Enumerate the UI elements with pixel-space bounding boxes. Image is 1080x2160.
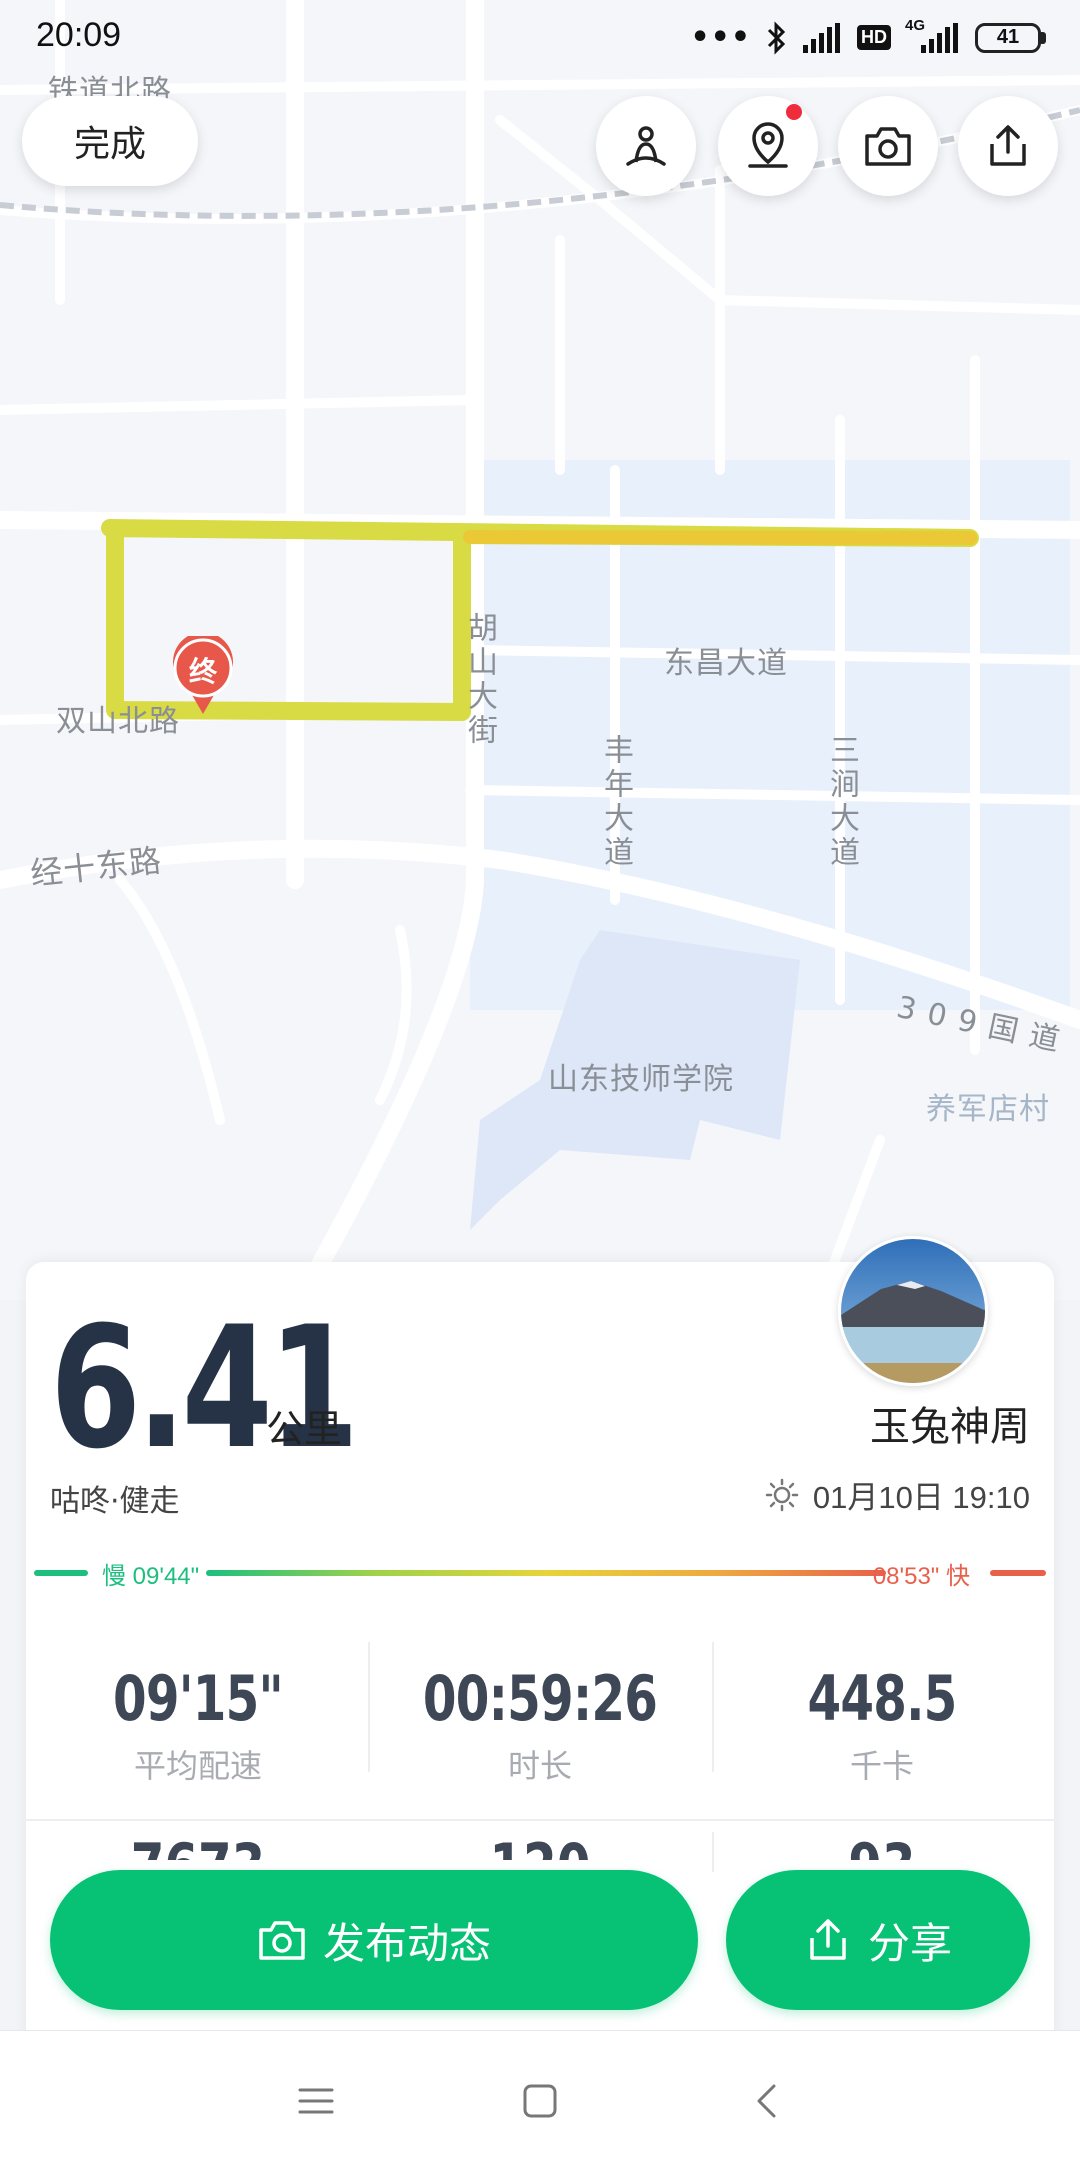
stat-row2-value-2: 120 bbox=[407, 1822, 672, 1860]
stat-avg-pace: 09'15" 平均配速 bbox=[28, 1662, 368, 1787]
route-map[interactable]: 铁道北路 双山北路 胡山大街 东昌大道 丰年大道 三涧大道 经十东路 309国道… bbox=[0, 0, 1080, 1300]
end-marker-label: 终 bbox=[188, 655, 217, 688]
share-top-button[interactable] bbox=[958, 96, 1058, 196]
pace-gradient-bar: 慢 09'44" 08'53" 快 bbox=[34, 1552, 1046, 1592]
stat-value: 09'15" bbox=[113, 1662, 284, 1735]
avatar-landscape-image bbox=[841, 1239, 985, 1383]
stat-row2-value-1: 7673 bbox=[65, 1822, 330, 1860]
datetime-row: 01月10日 19:10 bbox=[765, 1472, 1030, 1517]
distance-value: 6.41 bbox=[50, 1290, 359, 1486]
post-activity-button[interactable]: 发布动态 bbox=[50, 1870, 698, 2010]
camera-icon bbox=[259, 1921, 305, 1960]
signal-icon bbox=[803, 22, 840, 53]
stat-duration: 00:59:26 时长 bbox=[370, 1662, 710, 1787]
distance-unit: 公里 bbox=[266, 1407, 343, 1451]
username: 玉兔神周 bbox=[870, 1404, 1030, 1450]
bluetooth-icon bbox=[767, 20, 786, 55]
sun-icon bbox=[765, 1478, 799, 1511]
share-icon bbox=[810, 1919, 846, 1960]
location-button[interactable] bbox=[718, 96, 818, 196]
route-end-marker[interactable]: 终 bbox=[170, 636, 236, 716]
activity-type: 咕咚·健走 bbox=[50, 1484, 180, 1519]
map-label-village: 养军店村 bbox=[926, 1092, 1050, 1127]
done-button[interactable]: 完成 bbox=[22, 96, 198, 186]
stat-calories: 448.5 千卡 bbox=[712, 1662, 1052, 1787]
status-icons: ••• HD 4G 41 bbox=[690, 17, 1046, 55]
location-pin-icon bbox=[748, 122, 788, 168]
person-meditate-icon bbox=[626, 126, 666, 166]
activity-datetime: 01月10日 19:10 bbox=[812, 1480, 1030, 1515]
stat-divider bbox=[712, 1832, 714, 1872]
camera-icon bbox=[865, 127, 911, 166]
battery-icon: 41 bbox=[975, 22, 1046, 53]
map-label-hushan: 胡山大街 bbox=[462, 612, 497, 748]
share-button[interactable]: 分享 bbox=[726, 1870, 1030, 2010]
back-chevron-icon bbox=[757, 2084, 776, 2118]
avatar[interactable] bbox=[838, 1236, 988, 1386]
stat-value: 00:59:26 bbox=[422, 1662, 658, 1735]
signal-4g-icon: 4G bbox=[905, 17, 961, 53]
activity-summary-card: 6.41 公里 玉兔神周 咕咚·健走 01月10日 19:10 慢 09'44"… bbox=[26, 1236, 1054, 2160]
row-divider bbox=[26, 1819, 1054, 1821]
map-label-fengnian: 丰年大道 bbox=[598, 734, 633, 870]
hd-badge: HD bbox=[857, 25, 891, 50]
pace-slow-label: 慢 09'44" bbox=[102, 1563, 200, 1590]
share-label: 分享 bbox=[867, 1918, 952, 1968]
person-pose-button[interactable] bbox=[596, 96, 696, 196]
menu-icon bbox=[298, 2088, 334, 2114]
nav-home-button[interactable] bbox=[510, 2071, 570, 2131]
camera-button[interactable] bbox=[838, 96, 938, 196]
home-square-icon bbox=[523, 2084, 557, 2118]
post-activity-label: 发布动态 bbox=[322, 1918, 491, 1968]
map-canvas bbox=[0, 0, 1080, 1300]
pace-fast-label: 08'53" 快 bbox=[872, 1563, 970, 1590]
nav-menu-button[interactable] bbox=[286, 2071, 346, 2131]
stat-label: 平均配速 bbox=[133, 1747, 262, 1785]
status-bar: 20:09 ••• HD 4G 41 bbox=[0, 0, 1080, 76]
notification-dot bbox=[786, 104, 802, 120]
map-label-sanjian: 三涧大道 bbox=[824, 734, 859, 870]
nav-back-button[interactable] bbox=[736, 2071, 796, 2131]
share-icon bbox=[990, 125, 1026, 166]
stat-row2-value-3: 93 bbox=[749, 1822, 1014, 1860]
status-time: 20:09 bbox=[36, 16, 122, 54]
stat-value: 448.5 bbox=[807, 1662, 957, 1735]
stat-label: 时长 bbox=[507, 1747, 572, 1785]
map-label-school: 山东技师学院 bbox=[548, 1062, 734, 1097]
system-nav-bar bbox=[0, 2030, 1080, 2160]
stat-label: 千卡 bbox=[849, 1747, 914, 1785]
map-label-shuangshan: 双山北路 bbox=[56, 704, 180, 739]
more-dots-icon: ••• bbox=[690, 20, 751, 55]
battery-level: 41 bbox=[975, 22, 1041, 53]
map-label-dongchang: 东昌大道 bbox=[664, 646, 788, 681]
